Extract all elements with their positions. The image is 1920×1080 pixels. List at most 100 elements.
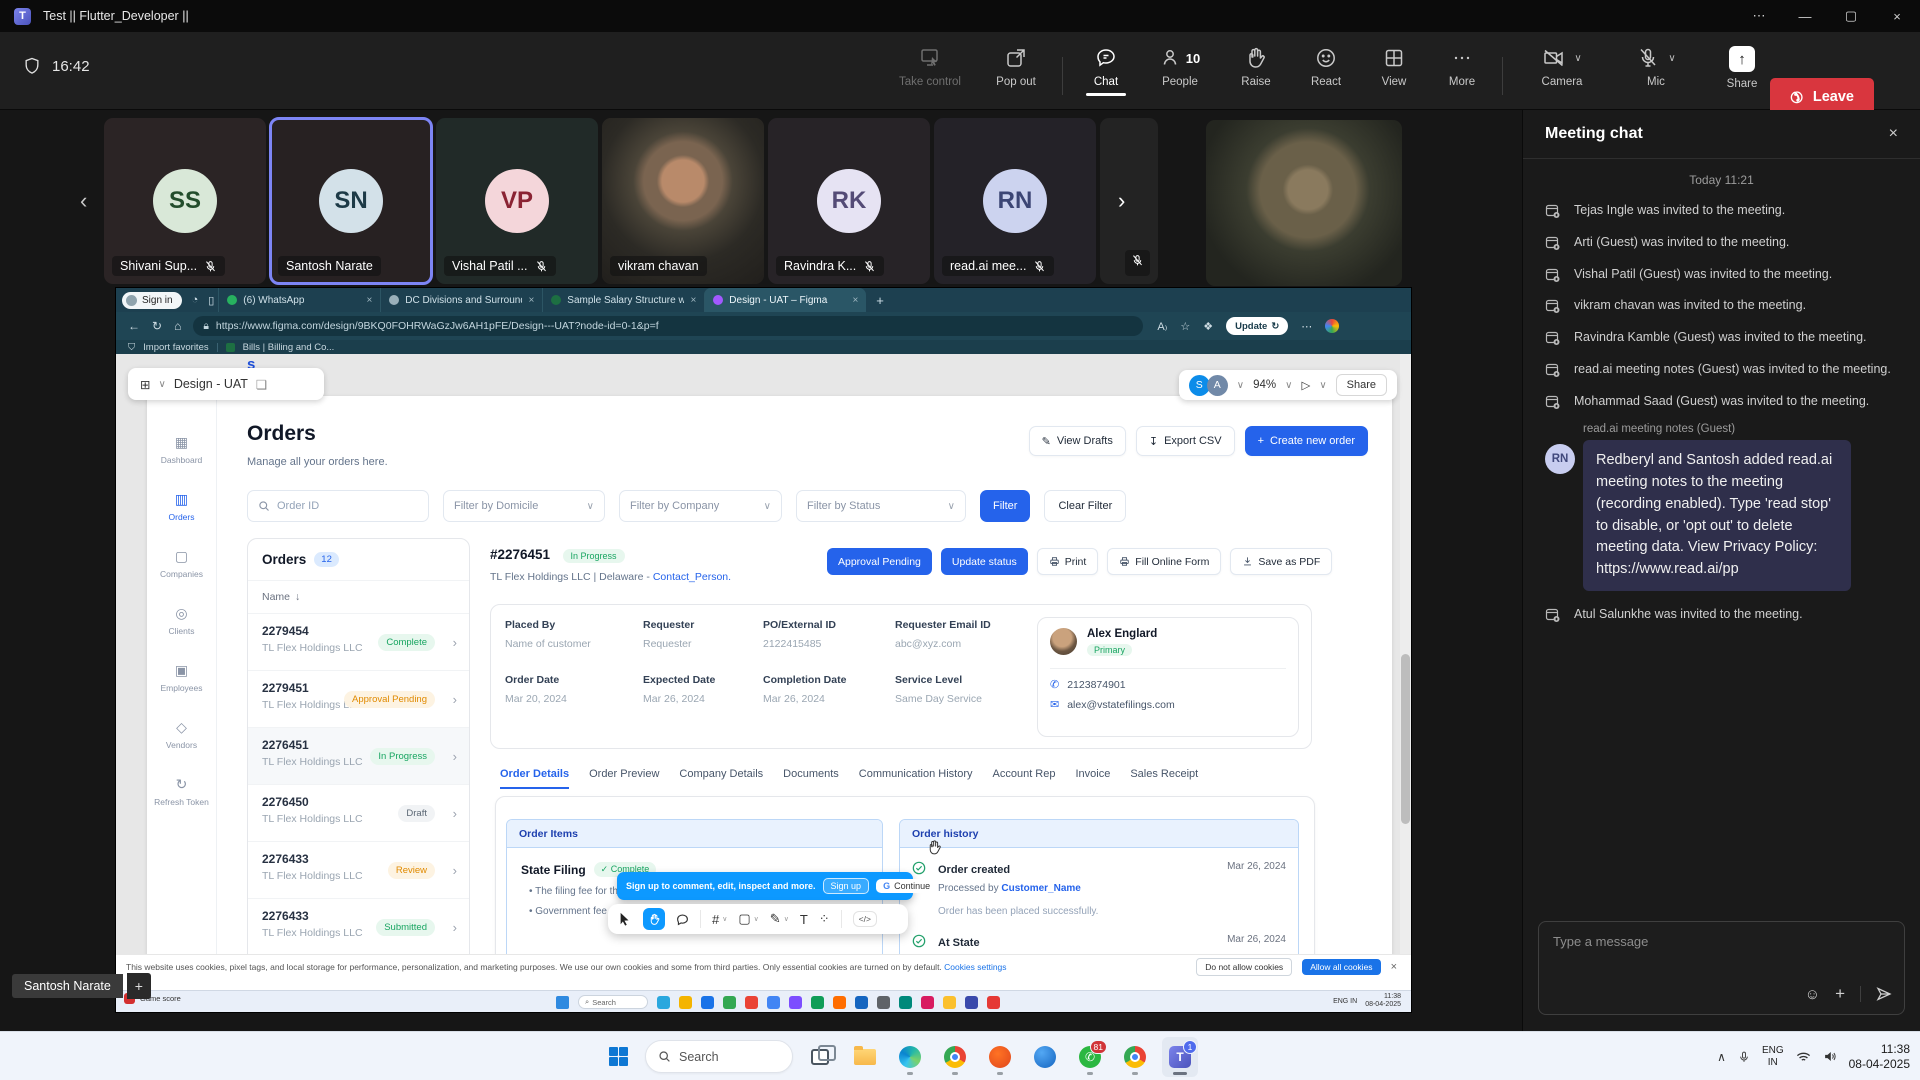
participant-tile[interactable]: SS Shivani Sup... bbox=[104, 118, 266, 284]
pop-out-button[interactable]: Pop out bbox=[978, 46, 1054, 88]
import-favorites-link[interactable]: Import favorites bbox=[143, 342, 208, 353]
tiles-prev-icon[interactable]: ‹ bbox=[80, 188, 87, 214]
order-row[interactable]: 2276450 TL Flex Holdings LLC Draft › bbox=[248, 785, 469, 842]
frame-tool-icon[interactable]: # bbox=[712, 912, 719, 927]
teams-button[interactable]: T 1 bbox=[1162, 1037, 1198, 1077]
browser-tab[interactable]: (6) WhatsApp × bbox=[218, 288, 380, 312]
camera-chevron-icon[interactable]: ∨ bbox=[1574, 53, 1581, 64]
vscode-button[interactable] bbox=[1027, 1037, 1063, 1077]
new-tab-icon[interactable]: + bbox=[876, 293, 884, 308]
contact-email-row[interactable]: ✉alex@vstatefilings.com bbox=[1050, 698, 1286, 711]
order-row[interactable]: 2276451 TL Flex Holdings LLC In Progress… bbox=[248, 728, 469, 785]
chat-button[interactable]: Chat bbox=[1068, 46, 1144, 88]
tab-close-icon[interactable]: × bbox=[690, 295, 696, 306]
sidebar-item[interactable]: ▥ Orders bbox=[169, 491, 195, 522]
participant-tile[interactable]: RK Ravindra K... bbox=[768, 118, 930, 284]
order-row[interactable]: 2279454 TL Flex Holdings LLC Complete › bbox=[248, 614, 469, 671]
mic-button[interactable]: ∨ Mic bbox=[1616, 46, 1696, 88]
sidebar-item[interactable]: ◇ Vendors bbox=[166, 719, 197, 750]
raise-hand-button[interactable]: Raise bbox=[1218, 46, 1294, 88]
refresh-icon[interactable]: ↻ bbox=[152, 319, 162, 333]
pen-tool-icon[interactable]: ✎ bbox=[770, 911, 781, 927]
mini-app-icon[interactable] bbox=[899, 996, 912, 1009]
maximize-button[interactable]: ▢ bbox=[1828, 0, 1874, 32]
browser-tab[interactable]: Design - UAT – Figma × bbox=[704, 288, 866, 312]
figma-signup-button[interactable]: Sign up bbox=[823, 878, 870, 894]
file-explorer-button[interactable] bbox=[847, 1037, 883, 1077]
company-filter-select[interactable]: Filter by Company∨ bbox=[619, 490, 782, 522]
mini-app-icon[interactable] bbox=[833, 996, 846, 1009]
participant-tile[interactable]: vikram chavan bbox=[602, 118, 764, 284]
chat-close-icon[interactable]: × bbox=[1889, 125, 1898, 143]
browser-tab[interactable]: DC Divisions and Surroundings × bbox=[380, 288, 542, 312]
detail-tab[interactable]: Communication History bbox=[859, 768, 973, 789]
tiles-next-icon[interactable]: › bbox=[1118, 188, 1125, 214]
browser-profile-avatar[interactable] bbox=[1325, 319, 1339, 333]
move-tool-icon[interactable] bbox=[618, 912, 632, 926]
extensions-icon[interactable]: ❖ bbox=[1203, 320, 1213, 333]
mini-app-icon[interactable] bbox=[657, 996, 670, 1009]
view-button[interactable]: View bbox=[1356, 46, 1432, 88]
approval-pending-button[interactable]: Approval Pending bbox=[827, 548, 932, 575]
send-icon[interactable] bbox=[1876, 986, 1892, 1002]
mini-search-box[interactable]: ⌕Search bbox=[578, 995, 648, 1009]
browser-tab[interactable]: Sample Salary Structure with calc × bbox=[542, 288, 704, 312]
sidebar-item[interactable]: ▦ Dashboard bbox=[161, 434, 203, 465]
copilot-icon[interactable]: ◔ bbox=[192, 294, 199, 306]
share-screen-button[interactable]: ↑ Share bbox=[1704, 46, 1780, 90]
figma-file-pill[interactable]: ⊞ ∨ Design - UAT ❏ bbox=[128, 368, 324, 400]
tab-close-icon[interactable]: × bbox=[366, 295, 372, 306]
start-button[interactable] bbox=[600, 1037, 636, 1077]
detail-tab[interactable]: Account Rep bbox=[993, 768, 1056, 789]
order-row[interactable]: 2279451 TL Flex Holdings LLC Approval Pe… bbox=[248, 671, 469, 728]
participant-tile[interactable]: SN Santosh Narate bbox=[270, 118, 432, 284]
react-button[interactable]: React bbox=[1288, 46, 1364, 88]
order-id-input[interactable]: Order ID bbox=[247, 490, 429, 522]
tab-close-icon[interactable]: × bbox=[528, 295, 534, 306]
status-filter-select[interactable]: Filter by Status∨ bbox=[796, 490, 966, 522]
favorite-star-icon[interactable]: ☆ bbox=[1180, 320, 1190, 333]
more-button[interactable]: More bbox=[1424, 46, 1500, 88]
close-button[interactable]: × bbox=[1874, 0, 1920, 32]
order-row[interactable]: 2276433 TL Flex Holdings LLC Review › bbox=[248, 842, 469, 899]
filter-button[interactable]: Filter bbox=[980, 490, 1030, 522]
participant-tile[interactable]: RN read.ai mee... bbox=[934, 118, 1096, 284]
sidebar-item[interactable]: ▢ Companies bbox=[160, 548, 203, 579]
sidebar-item[interactable]: ▣ Employees bbox=[160, 662, 202, 693]
participant-tile[interactable]: VP Vishal Patil ... bbox=[436, 118, 598, 284]
mini-app-icon[interactable] bbox=[723, 996, 736, 1009]
mini-app-icon[interactable] bbox=[965, 996, 978, 1009]
chrome-button[interactable] bbox=[937, 1037, 973, 1077]
detail-tab[interactable]: Order Preview bbox=[589, 768, 659, 789]
mini-app-icon[interactable] bbox=[855, 996, 868, 1009]
collaborator-avatar[interactable]: A bbox=[1207, 375, 1228, 396]
hand-tool-icon[interactable] bbox=[643, 908, 665, 930]
detail-tab[interactable]: Invoice bbox=[1075, 768, 1110, 789]
presenter-label-expand-icon[interactable]: + bbox=[127, 973, 151, 999]
mini-app-icon[interactable] bbox=[679, 996, 692, 1009]
tray-mic-icon[interactable] bbox=[1738, 1050, 1750, 1064]
attach-plus-icon[interactable]: + bbox=[1835, 984, 1845, 1004]
taskbar-search[interactable]: Search bbox=[645, 1040, 793, 1073]
export-csv-button[interactable]: ↧Export CSV bbox=[1136, 426, 1235, 456]
home-icon[interactable]: ⌂ bbox=[174, 319, 181, 333]
mini-app-icon[interactable] bbox=[921, 996, 934, 1009]
mini-start-icon[interactable] bbox=[556, 996, 569, 1009]
read-aloud-icon[interactable]: A₎ bbox=[1157, 320, 1167, 333]
browser-signin-button[interactable]: Sign in bbox=[122, 292, 182, 309]
mini-app-icon[interactable] bbox=[811, 996, 824, 1009]
figma-menu-icon[interactable]: ⊞ bbox=[140, 377, 150, 392]
domicile-filter-select[interactable]: Filter by Domicile∨ bbox=[443, 490, 605, 522]
text-tool-icon[interactable]: T bbox=[800, 912, 808, 927]
chrome-profile-button[interactable] bbox=[1117, 1037, 1153, 1077]
browser-update-button[interactable]: Update ↻ bbox=[1226, 317, 1288, 335]
participant-tile[interactable] bbox=[1100, 118, 1158, 284]
mic-chevron-icon[interactable]: ∨ bbox=[1668, 53, 1675, 64]
task-view-button[interactable] bbox=[802, 1037, 838, 1077]
language-switcher[interactable]: ENGIN bbox=[1762, 1045, 1784, 1068]
edge-button[interactable] bbox=[892, 1037, 928, 1077]
view-drafts-button[interactable]: ✎View Drafts bbox=[1029, 426, 1126, 456]
mini-app-icon[interactable] bbox=[943, 996, 956, 1009]
customer-name-link[interactable]: Customer_Name bbox=[1001, 883, 1080, 894]
mini-app-icon[interactable] bbox=[987, 996, 1000, 1009]
